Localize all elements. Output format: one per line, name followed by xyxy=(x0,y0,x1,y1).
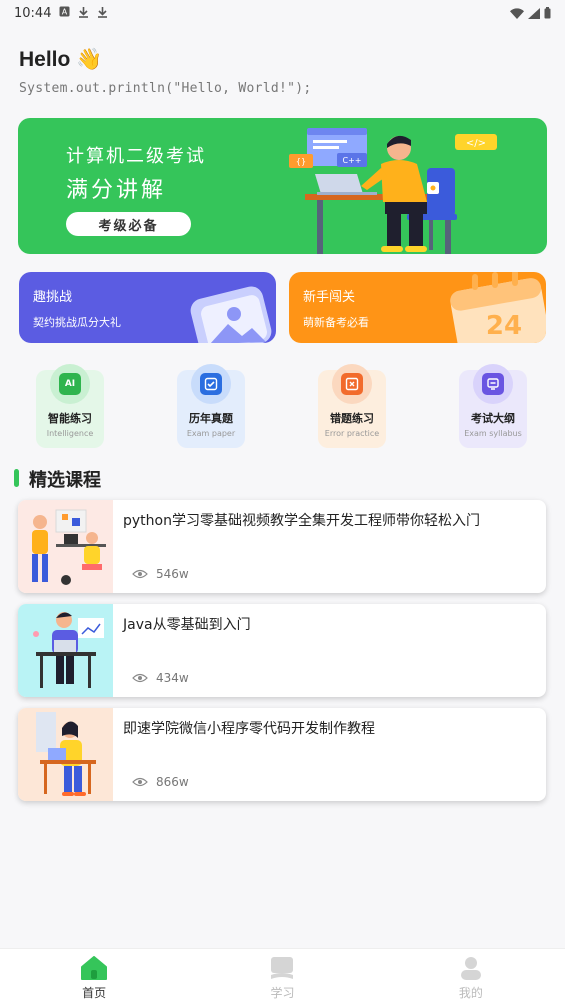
tile-sublabel: Error practice xyxy=(324,429,380,438)
tile-label: 历年真题 xyxy=(189,412,233,425)
banner-title: 计算机二级考试 xyxy=(66,146,206,167)
nav-home[interactable]: 首页 xyxy=(0,949,188,1004)
svg-text:24: 24 xyxy=(486,311,522,341)
svg-text:C++: C++ xyxy=(343,156,362,165)
course-views: 546w xyxy=(132,567,189,581)
tile-label: 错题练习 xyxy=(330,412,374,425)
tile-sublabel: Exam paper xyxy=(186,429,236,438)
status-time: 10:44 xyxy=(14,5,52,21)
nav-study-label: 学习 xyxy=(270,986,295,1000)
eye-icon xyxy=(132,777,148,787)
picture-frame-icon xyxy=(190,286,272,343)
view-count: 434w xyxy=(156,671,189,685)
exam-banner[interactable]: 计算机二级考试 满分讲解 考级必备 C++ {} </> xyxy=(18,118,547,254)
course-item[interactable]: Java从零基础到入门 434w xyxy=(18,604,546,697)
section-title: 精选课程 xyxy=(29,470,101,491)
svg-text:{}: {} xyxy=(296,157,306,166)
challenge-card[interactable]: 趣挑战 契约挑战瓜分大礼 xyxy=(19,272,276,343)
profile-icon xyxy=(460,957,481,980)
battery-icon xyxy=(544,7,551,19)
challenge-subtitle: 契约挑战瓜分大礼 xyxy=(33,316,121,329)
checklist-icon xyxy=(191,364,231,404)
eye-icon xyxy=(132,569,148,579)
tile-label: 考试大纲 xyxy=(471,412,515,425)
status-bar: 10:44 A xyxy=(0,0,565,26)
course-views: 866w xyxy=(132,775,189,789)
tile-label: 智能练习 xyxy=(48,412,92,425)
section-accent-bar xyxy=(14,469,19,487)
beginner-card[interactable]: 新手闯关 萌新备考必看 24 xyxy=(289,272,546,343)
course-item[interactable]: 即速学院微信小程序零代码开发制作教程 866w xyxy=(18,708,546,801)
course-title: 即速学院微信小程序零代码开发制作教程 xyxy=(123,721,375,737)
banner-button[interactable]: 考级必备 xyxy=(66,212,191,236)
course-thumbnail xyxy=(18,708,113,801)
course-thumbnail xyxy=(18,604,113,697)
greeting-title: Hello 👋 xyxy=(19,48,103,71)
ai-chip-icon: AI xyxy=(50,364,90,404)
download-icon xyxy=(78,6,89,21)
notification-a-icon: A xyxy=(59,6,70,20)
course-item[interactable]: python学习零基础视频教学全集开发工程师带你轻松入门 546w xyxy=(18,500,546,593)
tile-sublabel: Exam syllabus xyxy=(464,429,522,438)
svg-text:</>: </> xyxy=(466,138,486,149)
course-title: python学习零基础视频教学全集开发工程师带你轻松入门 xyxy=(123,513,480,529)
error-book-icon xyxy=(332,364,372,404)
nav-study[interactable]: 学习 xyxy=(188,949,376,1004)
view-count: 866w xyxy=(156,775,189,789)
calendar-icon: 24 xyxy=(450,272,546,343)
signal-icon xyxy=(528,7,540,19)
banner-subtitle: 满分讲解 xyxy=(66,178,167,203)
beginner-title: 新手闯关 xyxy=(303,290,356,305)
tile-sublabel: Intelligence xyxy=(46,429,94,438)
tile-exam-syllabus[interactable]: 考试大纲 Exam syllabus xyxy=(459,364,527,448)
view-count: 546w xyxy=(156,567,189,581)
challenge-title: 趣挑战 xyxy=(33,290,73,305)
beginner-subtitle: 萌新备考必看 xyxy=(303,316,369,329)
eye-icon xyxy=(132,673,148,683)
svg-text:A: A xyxy=(62,8,68,17)
tile-exam-paper[interactable]: 历年真题 Exam paper xyxy=(177,364,245,448)
tile-intelligence-practice[interactable]: AI 智能练习 Intelligence xyxy=(36,364,104,448)
nav-profile-label: 我的 xyxy=(458,986,483,1000)
nav-home-label: 首页 xyxy=(82,986,107,1000)
programmer-illustration: C++ {} </> xyxy=(289,128,497,254)
course-thumbnail xyxy=(18,500,113,593)
course-views: 434w xyxy=(132,671,189,685)
download-icon xyxy=(97,6,108,21)
code-snippet: System.out.println("Hello, World!"); xyxy=(19,81,312,96)
course-title: Java从零基础到入门 xyxy=(123,617,251,633)
syllabus-icon xyxy=(473,364,513,404)
home-icon xyxy=(81,956,108,980)
bottom-nav: 首页 学习 我的 xyxy=(0,948,565,1004)
nav-profile[interactable]: 我的 xyxy=(377,949,565,1004)
wifi-icon xyxy=(510,7,524,19)
book-icon xyxy=(271,957,294,979)
tile-error-practice[interactable]: 错题练习 Error practice xyxy=(318,364,386,448)
